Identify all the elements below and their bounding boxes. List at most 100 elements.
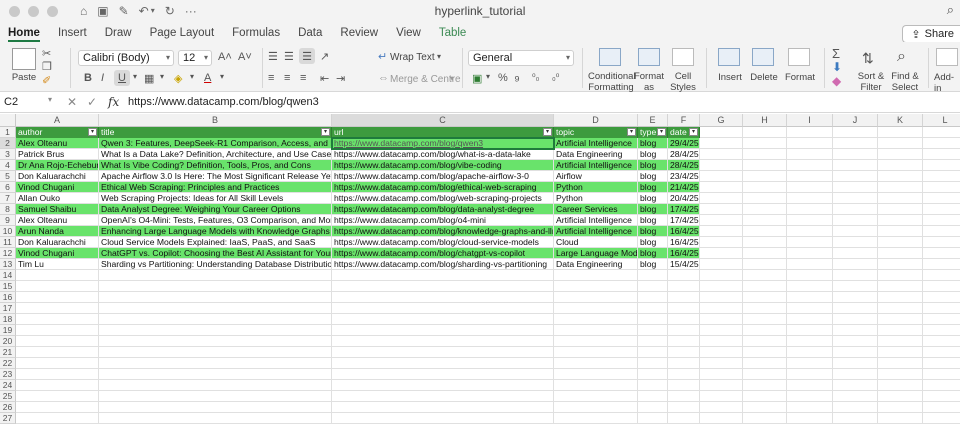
empty-cell[interactable]	[833, 127, 878, 138]
table-cell-title[interactable]: Data Analyst Degree: Weighing Your Caree…	[99, 204, 332, 215]
table-cell-type[interactable]: blog	[638, 226, 668, 237]
empty-cell[interactable]	[878, 380, 923, 391]
empty-cell[interactable]	[743, 314, 787, 325]
table-cell-author[interactable]: Don Kaluarachchi	[16, 237, 99, 248]
empty-cell[interactable]	[787, 380, 833, 391]
row-header-2[interactable]: 2	[0, 138, 16, 149]
empty-cell[interactable]	[923, 325, 960, 336]
empty-cell[interactable]	[923, 292, 960, 303]
empty-cell[interactable]	[743, 380, 787, 391]
table-cell-topic[interactable]: Artificial Intelligence	[554, 215, 638, 226]
zoom-window-button[interactable]	[47, 5, 58, 17]
row-header-13[interactable]: 13	[0, 259, 16, 270]
empty-cell[interactable]	[99, 413, 332, 424]
empty-cell[interactable]	[638, 292, 668, 303]
table-cell-type[interactable]: blog	[638, 248, 668, 259]
row-header-1[interactable]: 1	[0, 127, 16, 138]
empty-cell[interactable]	[700, 292, 743, 303]
row-header-14[interactable]: 14	[0, 270, 16, 281]
sort-filter-icon[interactable]: ⇅	[862, 50, 874, 67]
italic-button[interactable]: I	[101, 72, 104, 84]
empty-cell[interactable]	[668, 281, 700, 292]
empty-cell[interactable]	[700, 182, 743, 193]
table-header-cell-type[interactable]: type ▾	[638, 127, 668, 138]
empty-cell[interactable]	[332, 358, 554, 369]
empty-cell[interactable]	[833, 248, 878, 259]
empty-cell[interactable]	[700, 215, 743, 226]
filter-dropdown-icon[interactable]: ▾	[689, 128, 698, 136]
format-cells-icon[interactable]	[788, 48, 810, 66]
table-cell-date[interactable]: 17/4/25	[668, 215, 700, 226]
table-cell-topic[interactable]: Airflow	[554, 171, 638, 182]
empty-cell[interactable]	[554, 402, 638, 413]
empty-cell[interactable]	[743, 160, 787, 171]
table-cell-url[interactable]: https://www.datacamp.com/blog/apache-air…	[332, 171, 554, 182]
empty-cell[interactable]	[668, 402, 700, 413]
empty-cell[interactable]	[332, 281, 554, 292]
empty-cell[interactable]	[833, 281, 878, 292]
column-header-g[interactable]: G	[700, 114, 743, 127]
tab-data[interactable]: Data	[298, 27, 322, 42]
empty-cell[interactable]	[878, 413, 923, 424]
empty-cell[interactable]	[638, 281, 668, 292]
empty-cell[interactable]	[554, 380, 638, 391]
empty-cell[interactable]	[743, 292, 787, 303]
increase-decimal-icon[interactable]: ⁰₀	[532, 72, 539, 83]
empty-cell[interactable]	[743, 127, 787, 138]
number-format-select[interactable]: General ▾	[468, 50, 574, 66]
column-header-e[interactable]: E	[638, 114, 668, 127]
empty-cell[interactable]	[99, 303, 332, 314]
table-header-cell-url[interactable]: url ▾	[332, 127, 554, 138]
wrap-text-button[interactable]: Wrap Text	[390, 52, 435, 63]
empty-cell[interactable]	[743, 226, 787, 237]
table-cell-type[interactable]: blog	[638, 149, 668, 160]
empty-cell[interactable]	[668, 391, 700, 402]
table-header-cell-title[interactable]: title ▾	[99, 127, 332, 138]
table-cell-topic[interactable]: Data Engineering	[554, 259, 638, 270]
empty-cell[interactable]	[878, 248, 923, 259]
empty-cell[interactable]	[878, 193, 923, 204]
filter-dropdown-icon[interactable]: ▾	[657, 128, 666, 136]
table-cell-type[interactable]: blog	[638, 237, 668, 248]
empty-cell[interactable]	[787, 193, 833, 204]
empty-cell[interactable]	[923, 336, 960, 347]
empty-cell[interactable]	[743, 237, 787, 248]
empty-cell[interactable]	[700, 413, 743, 424]
empty-cell[interactable]	[743, 391, 787, 402]
name-box[interactable]: C2	[4, 95, 54, 110]
row-header-16[interactable]: 16	[0, 292, 16, 303]
table-cell-url[interactable]: https://www.datacamp.com/blog/cloud-serv…	[332, 237, 554, 248]
empty-cell[interactable]	[878, 358, 923, 369]
conditional-formatting-button[interactable]: Conditional Formatting	[588, 71, 636, 93]
table-cell-title[interactable]: Qwen 3: Features, DeepSeek-R1 Comparison…	[99, 138, 332, 149]
table-cell-title[interactable]: What Is Vibe Coding? Definition, Tools, …	[99, 160, 332, 171]
empty-cell[interactable]	[668, 369, 700, 380]
empty-cell[interactable]	[743, 215, 787, 226]
empty-cell[interactable]	[638, 380, 668, 391]
empty-cell[interactable]	[668, 270, 700, 281]
minimize-window-button[interactable]	[28, 5, 39, 17]
table-cell-topic[interactable]: Career Services	[554, 204, 638, 215]
tab-insert[interactable]: Insert	[58, 27, 87, 42]
empty-cell[interactable]	[638, 314, 668, 325]
empty-cell[interactable]	[743, 248, 787, 259]
empty-cell[interactable]	[878, 215, 923, 226]
fx-icon[interactable]: fx	[108, 95, 119, 109]
empty-cell[interactable]	[833, 149, 878, 160]
table-cell-topic[interactable]: Python	[554, 182, 638, 193]
empty-cell[interactable]	[668, 413, 700, 424]
empty-cell[interactable]	[700, 138, 743, 149]
empty-cell[interactable]	[833, 380, 878, 391]
table-cell-topic[interactable]: Cloud	[554, 237, 638, 248]
empty-cell[interactable]	[700, 226, 743, 237]
empty-cell[interactable]	[743, 193, 787, 204]
table-cell-date[interactable]: 28/4/25	[668, 160, 700, 171]
column-header-h[interactable]: H	[743, 114, 787, 127]
empty-cell[interactable]	[787, 336, 833, 347]
empty-cell[interactable]	[638, 358, 668, 369]
empty-cell[interactable]	[554, 303, 638, 314]
column-header-b[interactable]: B	[99, 114, 332, 127]
bold-button[interactable]: B	[84, 72, 92, 84]
table-cell-date[interactable]: 23/4/25	[668, 171, 700, 182]
empty-cell[interactable]	[16, 347, 99, 358]
